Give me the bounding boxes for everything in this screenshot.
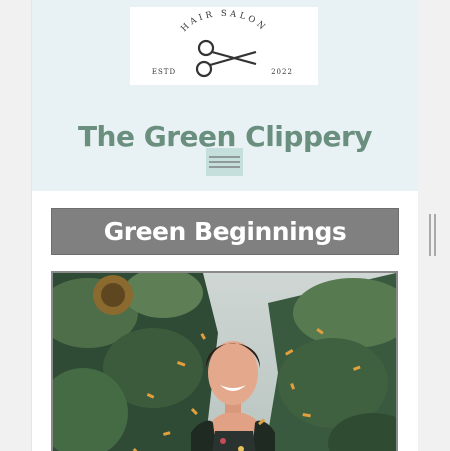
page: HAIR SALON ESTD 2022 The Green Clippery … (32, 0, 418, 451)
logo-arc-text: HAIR SALON (179, 9, 265, 34)
left-gutter (0, 0, 32, 451)
site-header: HAIR SALON ESTD 2022 The Green Clippery (32, 0, 418, 191)
svg-text:HAIR SALON: HAIR SALON (179, 9, 268, 34)
section-title: Green Beginnings (103, 217, 347, 246)
scrollbar-grip[interactable] (429, 214, 437, 256)
logo-estd-text: ESTD (152, 68, 176, 76)
salon-logo[interactable]: HAIR SALON ESTD 2022 (130, 7, 318, 85)
section-banner: Green Beginnings (51, 208, 399, 255)
hamburger-menu-icon[interactable] (206, 148, 243, 176)
hero-image (51, 271, 398, 451)
scissors-icon (195, 39, 257, 78)
logo-year-text: 2022 (271, 68, 293, 76)
